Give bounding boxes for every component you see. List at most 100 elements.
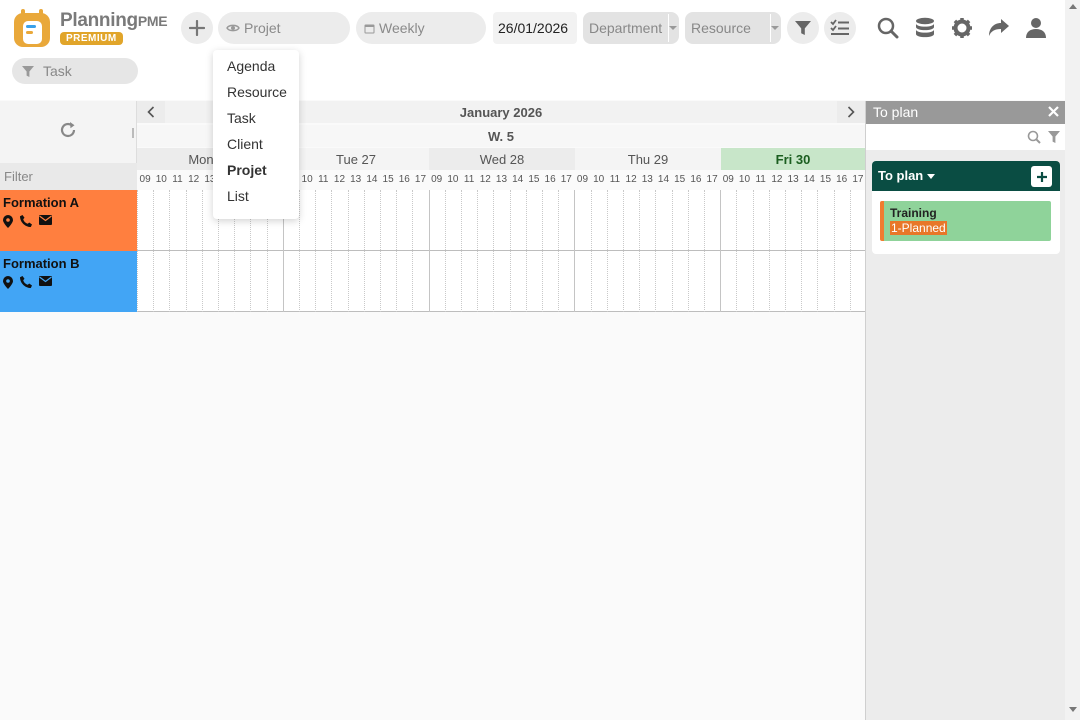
hour-divider: [396, 190, 398, 312]
brand-name: PlanningPME: [60, 10, 168, 31]
day-divider: [720, 190, 722, 312]
panel-resize-handle[interactable]: [132, 128, 134, 138]
view-select[interactable]: Projet: [218, 12, 350, 44]
to-plan-search[interactable]: [866, 124, 1065, 150]
plus-icon: [1036, 171, 1047, 182]
settings-button[interactable]: [946, 12, 978, 44]
close-icon[interactable]: [1048, 106, 1059, 117]
hour-divider: [752, 190, 754, 312]
envelope-icon[interactable]: [39, 215, 52, 225]
hour-divider: [347, 190, 349, 312]
chevron-right-icon: [847, 106, 855, 118]
task-name: Training: [890, 206, 937, 220]
hour-divider: [606, 190, 608, 312]
hour-label: 12: [479, 174, 491, 185]
hour-label: 17: [414, 174, 427, 185]
hour-label: 10: [155, 174, 167, 185]
hour-divider: [817, 190, 819, 312]
view-menu-item-client[interactable]: Client: [213, 133, 299, 159]
hour-label: 13: [495, 174, 508, 185]
eye-icon: [226, 23, 240, 33]
day-divider: [428, 190, 430, 312]
hour-divider: [736, 190, 738, 312]
department-select[interactable]: Department: [583, 12, 679, 44]
hour-label: 10: [447, 174, 459, 185]
logo-icon: [14, 9, 50, 47]
resource-row[interactable]: Formation A: [0, 190, 137, 251]
checklist-button[interactable]: [824, 12, 856, 44]
envelope-icon[interactable]: [39, 276, 52, 286]
to-plan-panel: To plan To plan Training 1-Planned: [865, 101, 1065, 720]
scroll-up-arrow-icon[interactable]: [1069, 4, 1077, 9]
hour-divider: [461, 190, 462, 312]
location-pin-icon[interactable]: [3, 276, 13, 289]
hour-divider: [153, 190, 155, 312]
hour-label: 11: [463, 174, 475, 185]
hour-divider: [299, 190, 300, 312]
calendar-icon: [364, 23, 375, 34]
day-header-today[interactable]: Fri 30: [721, 148, 865, 170]
hour-divider: [509, 190, 511, 312]
hour-divider: [542, 190, 543, 312]
filter-button[interactable]: [787, 12, 819, 44]
funnel-icon: [21, 65, 35, 78]
hour-label: 14: [657, 174, 670, 185]
search-button[interactable]: [872, 12, 904, 44]
search-icon[interactable]: [1027, 130, 1041, 144]
previous-period-button[interactable]: [137, 101, 165, 123]
next-period-button[interactable]: [837, 101, 865, 123]
hour-label: 10: [593, 174, 605, 185]
hour-divider: [623, 190, 624, 312]
view-menu-item-task[interactable]: Task: [213, 107, 299, 133]
share-icon: [989, 19, 1009, 36]
database-button[interactable]: [909, 12, 941, 44]
hour-divider: [687, 190, 689, 312]
day-header[interactable]: Tue 27: [283, 148, 429, 170]
resource-select[interactable]: Resource: [685, 12, 781, 44]
share-button[interactable]: [983, 12, 1015, 44]
day-header[interactable]: Wed 28: [429, 148, 575, 170]
phone-icon[interactable]: [20, 276, 32, 288]
view-menu-item-list[interactable]: List: [213, 185, 299, 211]
account-button[interactable]: [1020, 12, 1052, 44]
date-input[interactable]: 26/01/2026: [493, 12, 577, 44]
location-pin-icon[interactable]: [3, 215, 13, 228]
hour-label: 17: [706, 174, 718, 185]
hour-label: 11: [609, 174, 621, 185]
resource-row[interactable]: Formation B: [0, 251, 137, 312]
resource-filter-input[interactable]: Filter: [0, 163, 137, 190]
period-select[interactable]: Weekly: [356, 12, 486, 44]
page-scrollbar[interactable]: [1065, 0, 1080, 720]
phone-icon[interactable]: [20, 215, 32, 227]
refresh-icon[interactable]: [59, 121, 77, 139]
day-header[interactable]: Thu 29: [575, 148, 721, 170]
to-plan-card-title: To plan: [878, 168, 924, 183]
hour-divider: [801, 190, 803, 312]
task-filter-input[interactable]: Task: [12, 58, 138, 84]
brand-badge: PREMIUM: [60, 32, 123, 45]
hour-divider: [525, 190, 527, 312]
hour-divider: [444, 190, 446, 312]
scroll-down-arrow-icon[interactable]: [1069, 707, 1077, 712]
hour-divider: [785, 190, 786, 312]
funnel-icon[interactable]: [1047, 130, 1061, 144]
hour-label: 11: [172, 174, 183, 185]
view-menu-item-projet[interactable]: Projet: [213, 159, 299, 185]
hour-label: 12: [333, 174, 346, 185]
hour-divider: [671, 190, 673, 312]
hour-label: 14: [366, 174, 378, 185]
add-button[interactable]: [181, 12, 213, 44]
hour-label: 16: [398, 174, 410, 185]
hour-divider: [493, 190, 495, 312]
view-menu-item-agenda[interactable]: Agenda: [213, 55, 299, 81]
add-task-button[interactable]: [1031, 166, 1052, 187]
app-logo[interactable]: PlanningPME PREMIUM: [12, 8, 172, 50]
hour-label: 09: [722, 174, 734, 185]
hour-divider: [315, 190, 317, 312]
hour-label: 13: [641, 174, 653, 185]
task-card[interactable]: Training 1-Planned: [880, 201, 1051, 241]
to-plan-card-header[interactable]: To plan: [872, 161, 1060, 191]
hour-label: 13: [350, 174, 362, 185]
hour-label: 14: [803, 174, 815, 185]
view-menu-item-resource[interactable]: Resource: [213, 81, 299, 107]
